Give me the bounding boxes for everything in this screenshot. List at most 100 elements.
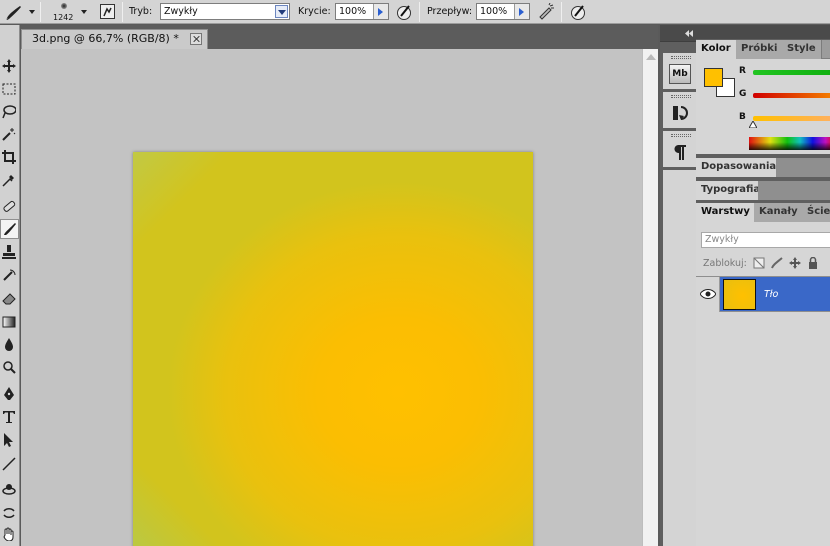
marquee-tool[interactable] — [0, 80, 19, 100]
flow-input[interactable]: 100% — [476, 3, 530, 20]
bandage-icon — [3, 200, 16, 212]
3d-orbit-icon — [3, 508, 15, 518]
vertical-scrollbar[interactable] — [642, 49, 658, 546]
lock-image-pixels-icon[interactable] — [771, 257, 783, 269]
pen-tool[interactable] — [0, 385, 19, 405]
tab-swatches[interactable]: Próbki — [736, 40, 784, 59]
channel-label-r: R — [739, 66, 746, 76]
lock-position-icon[interactable] — [789, 257, 801, 269]
line-icon — [2, 457, 16, 471]
tab-typography[interactable]: Typografia — [696, 181, 767, 200]
document-tab-bar: 3d.png @ 66,7% (RGB/8) * — [21, 25, 658, 49]
brush-picker-dropdown-icon[interactable] — [81, 10, 87, 14]
double-chevron-left-icon[interactable] — [685, 30, 693, 37]
slider-handle-icon[interactable] — [749, 121, 757, 128]
tab-adjustments[interactable]: Dopasowania — [696, 158, 783, 177]
brush-tool-preset-icon[interactable] — [4, 3, 22, 21]
brush-tip-icon[interactable] — [61, 3, 67, 9]
airbrush-icon[interactable] — [537, 2, 555, 21]
arrow-pointer-icon — [4, 433, 13, 447]
lock-all-icon[interactable] — [807, 257, 819, 269]
dock-group-mini-bridge: Mb — [663, 53, 696, 89]
type-icon — [3, 411, 15, 423]
eyedropper-tool[interactable] — [0, 171, 19, 191]
lasso-icon — [2, 105, 16, 119]
tab-paths[interactable]: Ście — [802, 203, 830, 222]
healing-brush-tool[interactable] — [0, 197, 19, 217]
tab-styles[interactable]: Style — [782, 40, 822, 59]
green-channel-slider[interactable] — [753, 93, 830, 98]
tablet-pressure-size-icon[interactable] — [570, 3, 588, 21]
mode-select[interactable]: Zwykły — [160, 3, 290, 20]
layers-list-empty-area — [696, 313, 830, 546]
chevron-down-icon[interactable] — [275, 5, 288, 18]
history-brush-tool[interactable] — [0, 266, 19, 286]
opacity-value: 100% — [339, 6, 367, 17]
opacity-slider-arrow-icon[interactable] — [373, 4, 388, 19]
grip-icon — [671, 95, 691, 98]
3d-rotate-icon — [2, 484, 16, 495]
flow-value: 100% — [480, 6, 508, 17]
gradient-tool[interactable] — [0, 313, 19, 333]
separator — [122, 2, 123, 22]
dock-header — [660, 25, 696, 42]
blur-tool[interactable] — [0, 335, 19, 355]
brush-size: 1242 — [53, 13, 74, 22]
document-canvas[interactable] — [133, 152, 533, 546]
lock-label: Zablokuj: — [703, 258, 747, 269]
blend-mode-select[interactable]: Zwykły — [701, 232, 830, 248]
lock-transparent-pixels-icon[interactable] — [753, 257, 765, 269]
tab-layers[interactable]: Warstwy — [696, 203, 756, 222]
mini-bridge-button[interactable]: Mb — [669, 64, 691, 84]
type-tool[interactable] — [0, 408, 19, 428]
3d-rotate-tool[interactable] — [0, 480, 19, 500]
canvas-workspace[interactable] — [21, 49, 642, 546]
blue-channel-slider[interactable] — [753, 116, 830, 121]
hand-tool[interactable] — [0, 525, 19, 545]
color-spectrum-bar[interactable] — [749, 137, 830, 150]
layer-row[interactable]: Tło — [696, 276, 830, 312]
pilcrow-icon[interactable] — [669, 141, 691, 163]
dock-group-paragraph — [663, 131, 696, 167]
layers-panel-tabs: Warstwy Kanały Ście — [696, 203, 830, 222]
path-selection-tool[interactable] — [0, 431, 19, 451]
move-icon — [2, 59, 16, 73]
flow-slider-arrow-icon[interactable] — [514, 4, 529, 19]
tab-channels[interactable]: Kanały — [754, 203, 804, 222]
hand-icon — [3, 527, 14, 541]
brush-panel-toggle-icon[interactable] — [99, 3, 117, 21]
quick-selection-tool[interactable] — [0, 125, 19, 145]
document-title: 3d.png @ 66,7% (RGB/8) * — [32, 32, 179, 45]
pen-icon — [4, 387, 14, 400]
eraser-tool[interactable] — [0, 289, 19, 309]
layer-visibility-toggle[interactable] — [696, 277, 720, 312]
move-tool[interactable] — [0, 57, 19, 77]
opacity-label: Krycie: — [298, 6, 331, 17]
scroll-up-icon[interactable] — [646, 54, 656, 60]
close-icon[interactable] — [190, 33, 202, 45]
color-panel: Kolor Próbki Style R G B — [696, 40, 830, 154]
tab-color[interactable]: Kolor — [696, 40, 737, 59]
grip-icon — [671, 134, 691, 137]
history-icon[interactable] — [669, 102, 691, 124]
brush-tool[interactable] — [0, 219, 19, 239]
tool-preset-dropdown-icon[interactable] — [29, 10, 35, 14]
crop-tool[interactable] — [0, 148, 19, 168]
line-shape-tool[interactable] — [0, 455, 19, 475]
mode-value: Zwykły — [164, 6, 198, 17]
blend-mode-value: Zwykły — [705, 234, 739, 245]
red-channel-slider[interactable] — [753, 70, 830, 75]
separator — [419, 2, 420, 22]
panel-dock-strip: Mb — [660, 25, 696, 546]
grip-icon — [671, 56, 691, 59]
tablet-pressure-opacity-icon[interactable] — [396, 3, 414, 21]
lasso-tool[interactable] — [0, 103, 19, 123]
document-tab[interactable]: 3d.png @ 66,7% (RGB/8) * — [21, 29, 208, 49]
dodge-tool[interactable] — [0, 358, 19, 378]
brush-icon — [4, 223, 16, 235]
clone-stamp-tool[interactable] — [0, 243, 19, 263]
foreground-color-swatch[interactable] — [704, 68, 723, 87]
opacity-input[interactable]: 100% — [335, 3, 389, 20]
3d-camera-tool[interactable] — [0, 503, 19, 523]
eye-icon — [700, 289, 716, 299]
